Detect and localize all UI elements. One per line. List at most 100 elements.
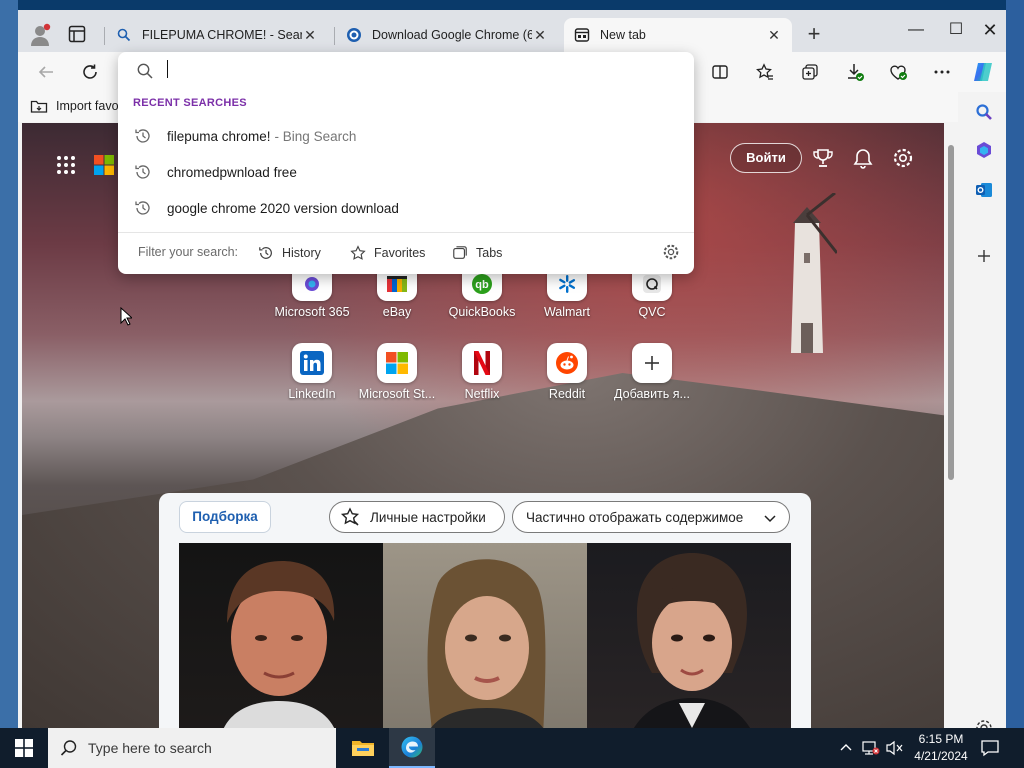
- news-feed-panel: Подборка Личные настройки Частично отобр…: [159, 493, 811, 728]
- sign-in-button[interactable]: Войти: [730, 143, 802, 173]
- filter-favorites-button[interactable]: Favorites: [350, 242, 425, 264]
- minimize-button[interactable]: —: [896, 16, 936, 44]
- browser-essentials-icon[interactable]: [886, 60, 910, 84]
- apps-launcher-icon[interactable]: [56, 155, 76, 175]
- recent-search-item[interactable]: google chrome 2020 version download: [118, 191, 694, 225]
- tray-chevron-up-icon[interactable]: [838, 740, 854, 756]
- page-settings-gear-icon[interactable]: [892, 147, 914, 169]
- sidebar-settings-icon[interactable]: [974, 718, 994, 728]
- netflix-icon: [462, 343, 502, 383]
- windows-taskbar: Type here to search 6:15 PM 4/21/2024: [0, 728, 1024, 768]
- recent-search-item[interactable]: filepuma chrome! - Bing Search: [118, 119, 694, 153]
- desktop-edge-right: [1006, 0, 1024, 728]
- content-visibility-dropdown[interactable]: Частично отображать содержимое: [512, 501, 790, 533]
- taskbar-search-box[interactable]: Type here to search: [48, 728, 336, 768]
- chevron-down-icon: [763, 511, 777, 525]
- tab-strip: FILEPUMA CHROME! - Search ✕ Download Goo…: [18, 10, 1006, 52]
- tab-actions-icon[interactable]: [68, 25, 86, 43]
- history-clock-icon: [134, 199, 152, 217]
- tab-new-tab[interactable]: New tab ✕: [564, 18, 792, 52]
- history-clock-icon: [258, 245, 274, 261]
- svg-text:qb: qb: [475, 279, 489, 291]
- browser-window: FILEPUMA CHROME! - Search ✕ Download Goo…: [18, 10, 1006, 728]
- downloads-icon[interactable]: [843, 60, 867, 84]
- start-windows-icon[interactable]: [0, 728, 48, 768]
- sidebar-microsoft365-icon[interactable]: [974, 140, 994, 160]
- import-favorites-link[interactable]: Import favo: [30, 98, 119, 114]
- search-icon: [60, 739, 78, 757]
- feed-image-portrait-1: [179, 543, 383, 728]
- text-caret: [167, 60, 168, 78]
- star-icon: [350, 245, 366, 261]
- recent-searches-header: RECENT SEARCHES: [133, 97, 247, 109]
- tab-close-icon[interactable]: ✕: [302, 27, 318, 44]
- recent-search-text: filepuma chrome!: [167, 128, 271, 144]
- quicklink-qvc[interactable]: QVC: [602, 267, 702, 319]
- refresh-icon[interactable]: [78, 60, 102, 84]
- sidebar-search-icon[interactable]: [974, 102, 994, 122]
- taskbar-clock[interactable]: 6:15 PM 4/21/2024: [908, 731, 974, 765]
- desktop-edge-left: [0, 0, 18, 728]
- tab-filepuma-search[interactable]: FILEPUMA CHROME! - Search ✕: [106, 18, 328, 52]
- rewards-trophy-icon[interactable]: [812, 147, 834, 169]
- page-scrollbar-thumb[interactable]: [948, 145, 954, 480]
- personalize-label: Личные настройки: [370, 509, 486, 525]
- notification-center-icon[interactable]: [980, 738, 1000, 758]
- recent-search-source: - Bing Search: [274, 128, 357, 144]
- tab-title: Download Google Chrome (64-bit): [372, 28, 532, 42]
- content-visibility-value: Частично отображать содержимое: [526, 509, 744, 525]
- edge-sidebar: [962, 92, 1006, 728]
- history-clock-icon: [134, 127, 152, 145]
- tabs-icon: [452, 245, 468, 261]
- split-screen-icon[interactable]: [708, 60, 732, 84]
- edge-browser-icon[interactable]: [389, 728, 435, 768]
- add-plus-icon: [632, 343, 672, 383]
- feed-article-image[interactable]: [179, 543, 791, 728]
- network-icon[interactable]: [862, 740, 880, 756]
- microsoft-store-icon: [377, 343, 417, 383]
- history-clock-icon: [134, 163, 152, 181]
- feed-image-portrait-3: [587, 543, 791, 728]
- quicklink-label: Добавить я...: [614, 387, 690, 401]
- reddit-icon: [547, 343, 587, 383]
- filter-search-label: Filter your search:: [138, 245, 239, 259]
- recent-search-text: chromedpwnload free: [167, 164, 297, 180]
- tab-close-icon[interactable]: ✕: [532, 27, 548, 44]
- more-options-icon[interactable]: [930, 60, 954, 84]
- search-icon: [116, 27, 132, 43]
- import-folder-icon: [30, 98, 48, 114]
- back-arrow-icon[interactable]: [34, 60, 58, 84]
- tab-separator: [334, 27, 335, 45]
- filter-history-button[interactable]: History: [258, 242, 321, 264]
- tab-curated[interactable]: Подборка: [179, 501, 271, 533]
- collections-icon[interactable]: [798, 60, 822, 84]
- quicklink-label: QVC: [638, 305, 666, 319]
- linkedin-icon: [292, 343, 332, 383]
- quicklink-add-site[interactable]: Добавить я...: [602, 343, 702, 401]
- tab-separator: [104, 27, 105, 45]
- sidebar-outlook-icon[interactable]: [974, 180, 994, 200]
- close-window-button[interactable]: ✕: [970, 16, 1006, 44]
- search-settings-gear-icon[interactable]: [662, 243, 680, 261]
- file-explorer-icon[interactable]: [343, 728, 383, 768]
- volume-muted-icon[interactable]: [886, 740, 904, 756]
- sidebar-add-icon[interactable]: [974, 246, 994, 266]
- page-scrollbar[interactable]: [944, 123, 958, 728]
- notifications-bell-icon[interactable]: [852, 147, 874, 169]
- new-tab-button[interactable]: +: [800, 22, 828, 48]
- clock-date: 4/21/2024: [914, 749, 968, 763]
- address-bar-input[interactable]: [166, 58, 666, 82]
- favorites-star-icon[interactable]: [753, 60, 777, 84]
- dropdown-divider: [118, 232, 694, 233]
- tab-download-chrome[interactable]: Download Google Chrome (64-bit) ✕: [336, 18, 558, 52]
- filter-tabs-button[interactable]: Tabs: [452, 242, 502, 264]
- filter-favorites-label: Favorites: [374, 246, 426, 260]
- background-windmill: [777, 191, 839, 373]
- personalize-button[interactable]: Личные настройки: [329, 501, 505, 533]
- copilot-icon[interactable]: [971, 60, 995, 84]
- tab-title: FILEPUMA CHROME! - Search: [142, 28, 302, 42]
- recent-search-item[interactable]: chromedpwnload free: [118, 155, 694, 189]
- taskbar-search-placeholder: Type here to search: [88, 740, 212, 756]
- tab-close-icon[interactable]: ✕: [766, 27, 782, 44]
- profile-avatar-icon[interactable]: [28, 23, 52, 47]
